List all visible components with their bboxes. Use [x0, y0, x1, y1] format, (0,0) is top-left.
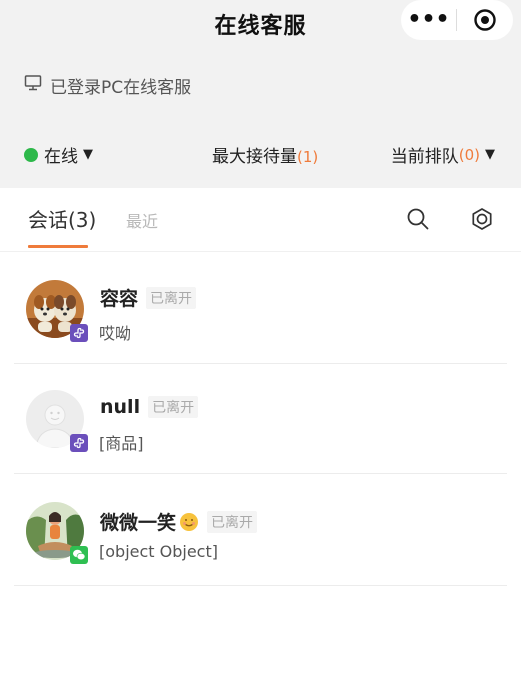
row-divider [14, 585, 507, 586]
contact-name: null [100, 396, 141, 418]
conversation-name-line: 容容 已离开 [100, 284, 197, 311]
nav-header: 在线客服 ••• [0, 0, 521, 50]
max-capacity-label: 最大接待量 [212, 147, 297, 167]
caret-down-icon: ▼ [83, 147, 93, 162]
status-badge: 已离开 [148, 396, 199, 418]
queue-count: (0) [458, 145, 480, 164]
service-status-bar: 在线 ▼ 最大接待量(1) 当前排队 (0) ▼ [0, 120, 521, 188]
row-divider [14, 473, 507, 474]
last-message: [商品] [99, 434, 144, 453]
last-message: 哎呦 [99, 324, 132, 343]
monitor-icon [24, 74, 42, 96]
mini-program-icon [70, 324, 88, 342]
target-circle-icon[interactable] [457, 0, 512, 40]
conversation-item[interactable]: null 已离开 [商品] [0, 364, 521, 474]
mini-program-icon [70, 434, 88, 452]
status-badge: 已离开 [146, 286, 197, 309]
online-status-label: 在线 [44, 147, 78, 167]
max-capacity[interactable]: 最大接待量(1) [212, 142, 318, 167]
mini-program-capsule: ••• [401, 0, 513, 40]
tab-recent[interactable]: 最近 [126, 208, 158, 232]
search-icon[interactable] [403, 204, 433, 234]
conversation-item[interactable]: 微微一笑 已离开 [object Object] [0, 476, 521, 586]
pc-login-text: 已登录PC在线客服 [50, 77, 192, 98]
tab-active-indicator [28, 245, 88, 248]
pc-login-status: 已登录PC在线客服 [0, 50, 521, 120]
contact-name: 容容 [100, 288, 139, 310]
more-dots-icon[interactable]: ••• [401, 0, 456, 40]
max-capacity-count: (1) [297, 148, 319, 166]
conversation-name-line: null 已离开 [100, 396, 199, 418]
smiley-emoji-icon [179, 512, 199, 532]
settings-icon[interactable] [467, 204, 497, 234]
queue-dropdown[interactable]: 当前排队 (0) ▼ [390, 142, 495, 168]
contact-name: 微微一笑 [100, 512, 177, 534]
wechat-icon [70, 546, 88, 564]
queue-label: 当前排队 [390, 147, 459, 167]
online-status-dropdown[interactable]: 在线 ▼ [24, 142, 93, 167]
conversation-name-line: 微微一笑 已离开 [100, 508, 258, 535]
caret-down-icon: ▼ [485, 147, 495, 162]
tab-conversations[interactable]: 会话(3) [28, 204, 96, 233]
tab-bar: 会话(3) 最近 [0, 188, 521, 252]
last-message: [object Object] [99, 542, 218, 561]
status-badge: 已离开 [207, 510, 258, 533]
online-dot-icon [24, 147, 38, 162]
conversation-item[interactable]: 容容 已离开 哎呦 [0, 254, 521, 364]
